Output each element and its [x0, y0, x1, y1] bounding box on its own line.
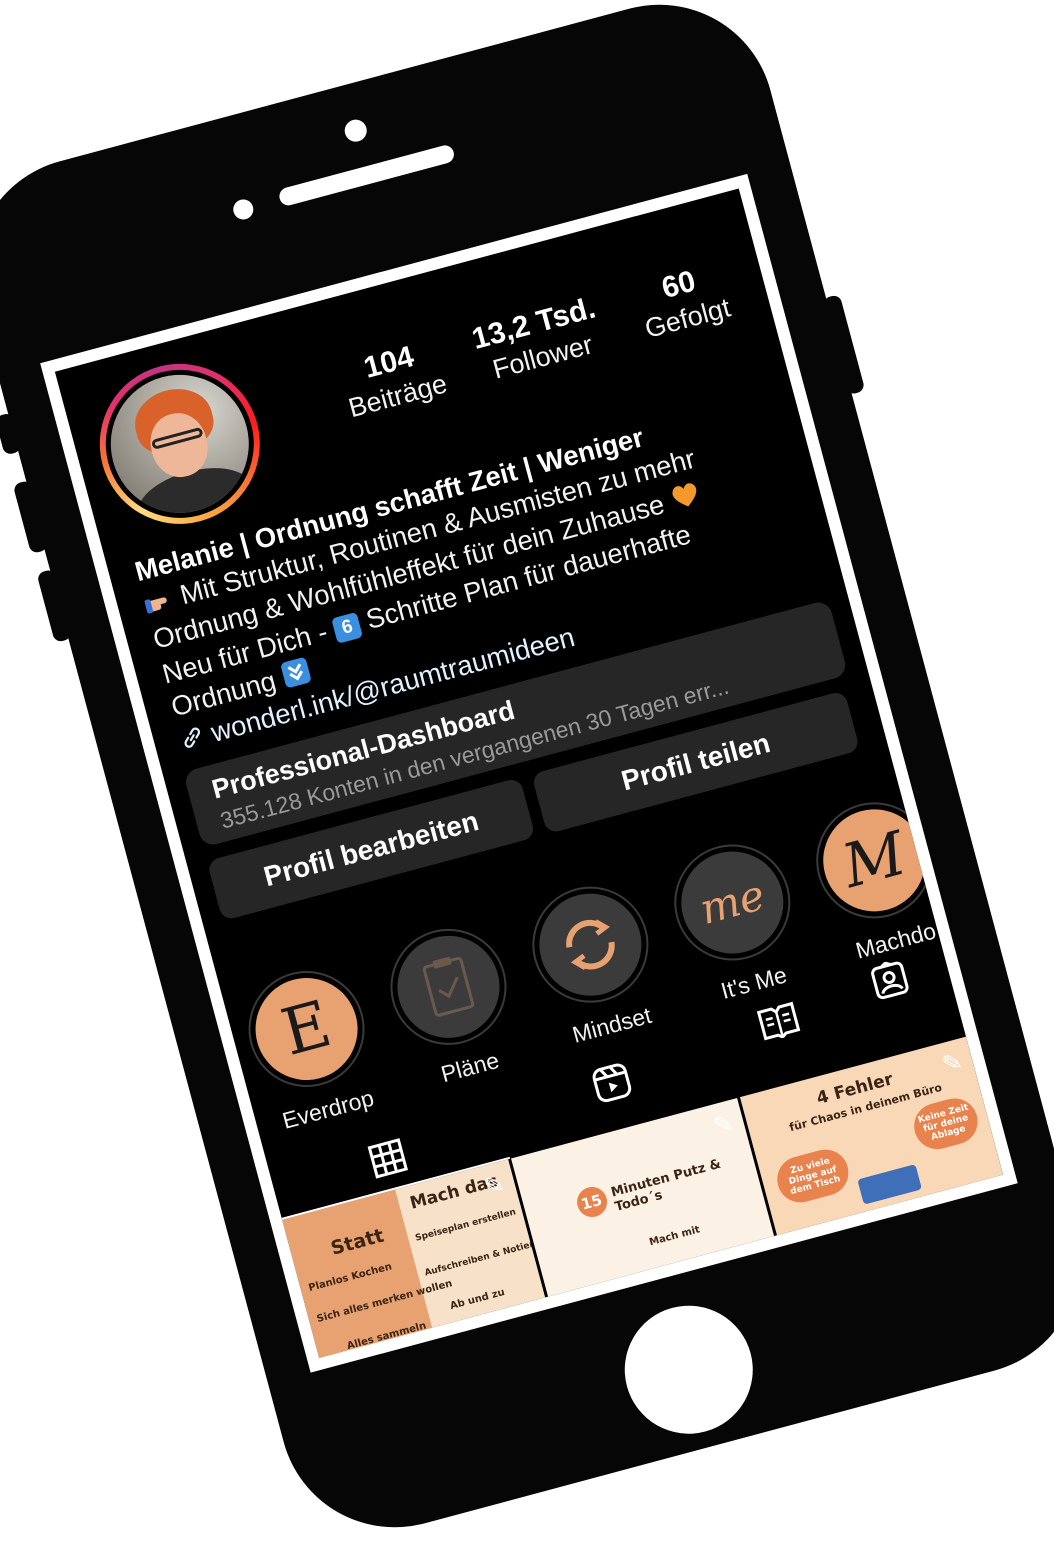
highlight-plaene[interactable]: Pläne	[371, 914, 537, 1097]
refresh-icon	[528, 882, 653, 1007]
post-2-sub: Mach mit	[648, 1224, 702, 1249]
post-1-right-item: Ab und zu	[448, 1286, 507, 1313]
highlight-its-me[interactable]: me It's Me	[655, 830, 821, 1013]
tagged-icon	[868, 957, 911, 1005]
desk-illustration	[857, 1164, 922, 1205]
grid-icon	[367, 1137, 410, 1183]
post-2-title: Minuten Putz & Todo´s	[609, 1156, 723, 1215]
instagram-profile-screen: 104 Beiträge 13,2 Tsd. Follower 60 Gefol…	[54, 188, 1004, 1358]
link-icon	[177, 722, 208, 759]
phone-mockup: 104 Beiträge 13,2 Tsd. Follower 60 Gefol…	[0, 0, 1054, 1554]
orange-heart-icon	[667, 478, 705, 521]
highlight-mindset[interactable]: Mindset	[513, 872, 679, 1055]
pin-icon: ✎	[710, 1109, 737, 1141]
highlight-everdrop[interactable]: E Everdrop	[229, 956, 395, 1139]
stat-following[interactable]: 60 Gefolgt	[602, 249, 764, 354]
clipboard-icon	[386, 924, 511, 1049]
post-1-right-item: Aufschreiben & Notieren	[423, 1236, 548, 1279]
story-ring[interactable]	[81, 345, 278, 542]
post-1-right-item: Speiseplan erstellen	[414, 1207, 518, 1244]
its-me-icon: me	[694, 869, 770, 935]
everdrop-logo: E	[274, 987, 339, 1071]
post-3-bubble-left: Zu viele Dinge auf dem Tisch	[772, 1144, 854, 1208]
pin-icon: ✎	[939, 1047, 966, 1080]
profile-photo	[95, 359, 265, 529]
reels-icon	[590, 1060, 635, 1109]
guide-icon	[756, 1000, 803, 1048]
avatar[interactable]	[89, 353, 271, 535]
pin-icon: ✎	[481, 1170, 508, 1202]
stat-followers[interactable]: 13,2 Tsd. Follower	[457, 287, 619, 392]
stat-posts[interactable]: 104 Beiträge	[312, 326, 474, 431]
post-3-bubble-right: Keine Zeit für deine Ablage	[909, 1093, 983, 1155]
highlight-label: Everdrop	[279, 1084, 377, 1134]
